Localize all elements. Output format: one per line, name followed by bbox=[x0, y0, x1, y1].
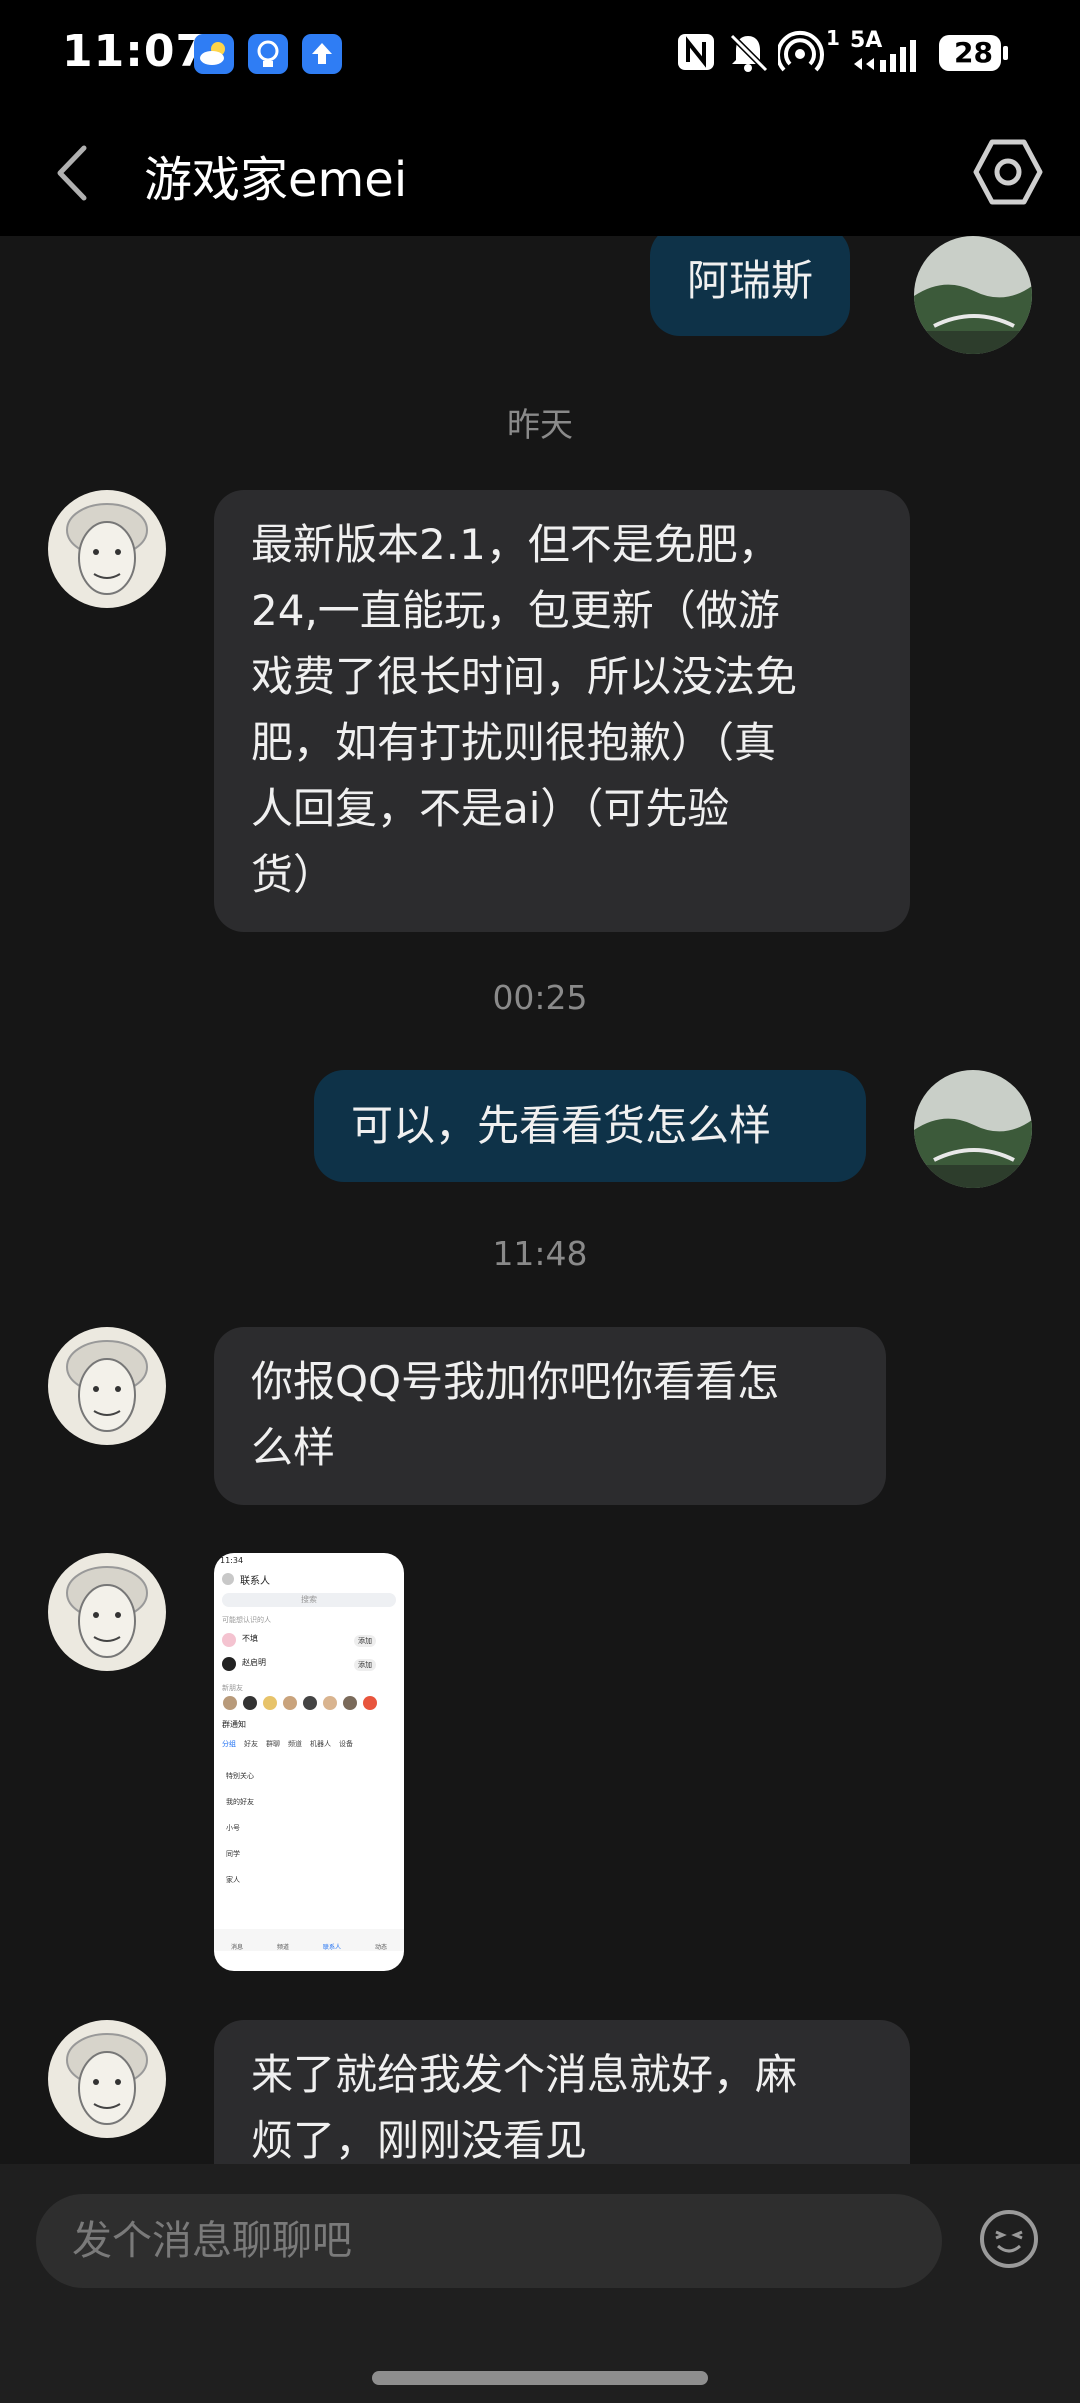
home-indicator[interactable] bbox=[372, 2371, 708, 2385]
shot-group-list: 特别关心 我的好友 小号 同学 家人 bbox=[226, 1763, 254, 1893]
contact-avatar[interactable] bbox=[48, 490, 166, 608]
shot-tabs: 分组 好友 群聊 频道 机器人 设备 bbox=[222, 1739, 402, 1753]
incoming-message[interactable]: 来了就给我发个消息就好，麻 烦了，刚刚没看见 bbox=[214, 2020, 910, 2164]
hexagon-settings-icon[interactable] bbox=[972, 136, 1044, 208]
message-line: 么样 bbox=[251, 1423, 336, 1472]
outgoing-message[interactable]: 阿瑞斯 bbox=[650, 236, 851, 336]
shot-group: 特别关心 bbox=[226, 1772, 254, 1780]
shot-friend-avatars bbox=[222, 1695, 398, 1711]
message-text: 阿瑞斯 bbox=[687, 256, 814, 305]
shot-search: 搜索 bbox=[222, 1593, 396, 1607]
emoji-icon[interactable] bbox=[978, 2208, 1040, 2270]
shot-nav: 消息 频道 联系人 动态 bbox=[214, 1929, 404, 1951]
shot-group: 我的好友 bbox=[226, 1798, 254, 1806]
message-line: 货） bbox=[251, 850, 336, 899]
message-line: 来了就给我发个消息就好，麻 bbox=[251, 2050, 798, 2099]
shot-add-button: 添加 bbox=[354, 1635, 376, 1647]
shot-add-button: 添加 bbox=[354, 1659, 376, 1671]
input-bar: 发个消息聊聊吧 bbox=[0, 2164, 1080, 2403]
shot-nav-item: 动态 bbox=[374, 1944, 387, 1951]
shot-person-avatar bbox=[222, 1633, 236, 1647]
contact-avatar[interactable] bbox=[48, 1553, 166, 1671]
bulb-icon bbox=[248, 34, 288, 74]
shot-new-friends: 新朋友 bbox=[222, 1684, 243, 1692]
shot-group: 家人 bbox=[226, 1876, 240, 1884]
shared-screenshot-image[interactable]: 11:34 联系人 搜索 可能想认识的人 不填 添加 赵启明 添加 新朋友 群通… bbox=[214, 1553, 404, 1971]
outgoing-message[interactable]: 可以，先看看货怎么样 bbox=[314, 1070, 866, 1182]
shot-nav-item: 消息 bbox=[230, 1944, 243, 1951]
upload-icon bbox=[302, 34, 342, 74]
shot-title: 联系人 bbox=[240, 1576, 270, 1587]
chevron-left-icon[interactable] bbox=[48, 140, 98, 206]
message-line: 肥，如有打扰则很抱歉）（真 bbox=[251, 718, 777, 767]
shot-group: 小号 bbox=[226, 1824, 240, 1832]
shot-tab: 频道 bbox=[288, 1740, 302, 1748]
hotspot-icon bbox=[776, 30, 826, 78]
status-time: 11:07 bbox=[62, 26, 208, 77]
shot-section: 可能想认识的人 bbox=[222, 1616, 271, 1624]
timestamp: 00:25 bbox=[492, 978, 588, 1017]
shot-person-name: 赵启明 bbox=[242, 1658, 266, 1667]
incoming-message[interactable]: 最新版本2.1，但不是免肥， 24,一直能玩，包更新（做游 戏费了很长时间，所以… bbox=[214, 490, 910, 932]
timestamp: 昨天 bbox=[507, 405, 573, 444]
nfc-icon bbox=[676, 30, 716, 78]
timestamp: 11:48 bbox=[492, 1234, 588, 1273]
message-line: 24,一直能玩，包更新（做游 bbox=[251, 586, 780, 635]
message-line: 人回复，不是ai）（可先验 bbox=[251, 784, 730, 833]
shot-nav-item: 联系人 bbox=[322, 1944, 341, 1951]
contact-avatar[interactable] bbox=[48, 1327, 166, 1445]
shot-avatar bbox=[222, 1573, 234, 1585]
message-line: 烦了，刚刚没看见 bbox=[251, 2116, 588, 2164]
my-avatar[interactable] bbox=[914, 1070, 1032, 1188]
shot-tab: 机器人 bbox=[310, 1740, 331, 1748]
message-line: 你报QQ号我加你吧你看看怎 bbox=[251, 1357, 780, 1406]
battery-level: 28 bbox=[954, 36, 993, 69]
battery-icon: 28 bbox=[938, 34, 1010, 78]
status-bar: 11:07 1 5A 28 bbox=[0, 0, 1080, 110]
shot-tab: 好友 bbox=[244, 1740, 258, 1748]
contact-avatar[interactable] bbox=[48, 2020, 166, 2138]
shot-person-avatar bbox=[222, 1657, 236, 1671]
message-line: 最新版本2.1，但不是免肥， bbox=[251, 520, 780, 569]
shot-group: 同学 bbox=[226, 1850, 240, 1858]
shot-tab: 群聊 bbox=[266, 1740, 280, 1748]
weather-icon bbox=[194, 34, 234, 74]
hotspot-count: 1 bbox=[826, 26, 840, 50]
chat-header: 游戏家emei bbox=[0, 110, 1080, 236]
shot-time: 11:34 bbox=[220, 1556, 244, 1565]
message-line: 戏费了很长时间，所以没法免 bbox=[251, 652, 798, 701]
message-text: 可以，先看看货怎么样 bbox=[351, 1101, 772, 1150]
shot-group-notice: 群通知 bbox=[222, 1720, 246, 1729]
message-input[interactable]: 发个消息聊聊吧 bbox=[36, 2194, 942, 2288]
my-avatar[interactable] bbox=[914, 236, 1032, 354]
shot-nav-item: 频道 bbox=[276, 1944, 289, 1951]
chat-title: 游戏家emei bbox=[144, 152, 408, 208]
shot-tab: 分组 bbox=[222, 1740, 236, 1748]
mute-bell-icon bbox=[726, 30, 770, 78]
incoming-message[interactable]: 你报QQ号我加你吧你看看怎 么样 bbox=[214, 1327, 886, 1505]
message-list[interactable]: 阿瑞斯 昨天 最新版本2.1，但不是免肥， 24,一直能玩，包更新（做游 戏费了… bbox=[0, 236, 1080, 2164]
shot-person-name: 不填 bbox=[242, 1634, 258, 1643]
signal-icon bbox=[850, 30, 926, 80]
shot-tab: 设备 bbox=[339, 1740, 353, 1748]
